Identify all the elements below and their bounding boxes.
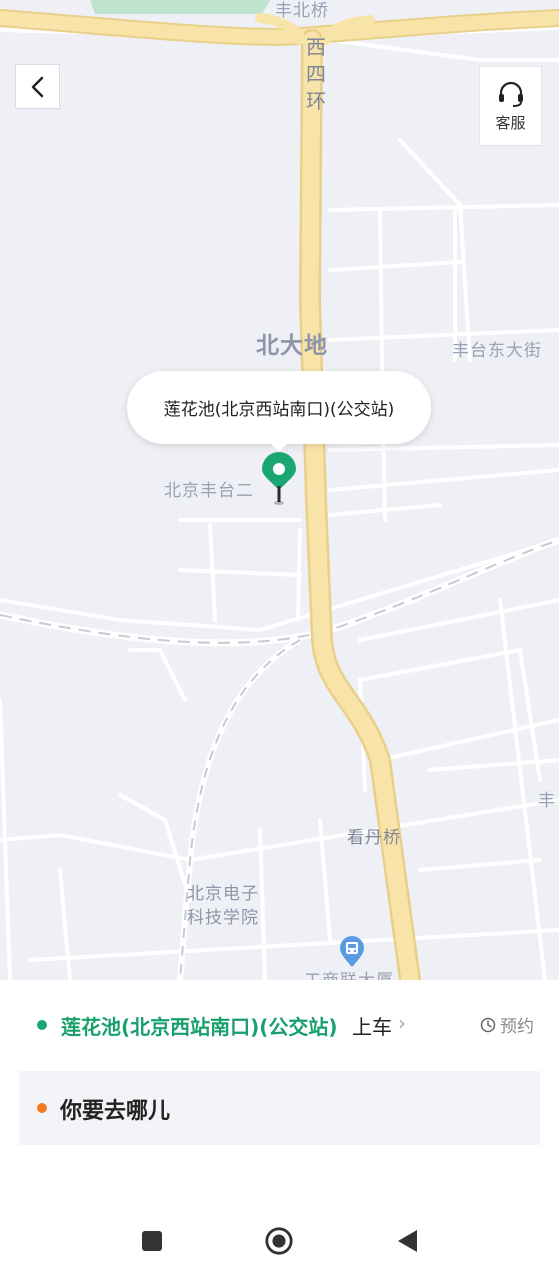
pickup-station-name: 莲花池(北京西站南口)(公交站)	[61, 1015, 338, 1039]
chevron-left-icon	[31, 76, 43, 97]
destination-dot-icon	[37, 1103, 47, 1113]
back-nav-button[interactable]	[392, 1226, 422, 1256]
destination-placeholder: 你要去哪儿	[60, 1099, 171, 1124]
map-label-west-4th-ring: 西 四 环	[306, 35, 327, 113]
pickup-pin-icon	[262, 452, 296, 505]
map-label-fengbei-bridge: 丰北桥	[275, 1, 329, 21]
clock-icon	[480, 1017, 496, 1032]
customer-service-button[interactable]: 客服	[479, 66, 542, 146]
circle-icon	[265, 1227, 293, 1255]
map-label-fengtai-east-street: 丰台东大街	[452, 341, 542, 361]
pickup-bubble[interactable]: 莲花池(北京西站南口)(公交站)	[127, 371, 431, 452]
ride-hailing-screen: 丰北桥 西 四 环 北大地 丰台东大街 北京丰台二 看丹桥 北京电子 科技学院 …	[0, 0, 559, 1280]
pickup-location-row[interactable]: 莲花池(北京西站南口)(公交站) 上车 ›	[0, 980, 559, 1068]
bus-stop-poi-icon[interactable]	[338, 936, 366, 968]
square-icon	[142, 1231, 162, 1251]
reserve-label: 预约	[500, 1017, 534, 1037]
map-label-beidadi: 北大地	[256, 333, 328, 359]
back-button[interactable]	[15, 64, 60, 109]
triangle-back-icon	[398, 1230, 417, 1252]
customer-service-label: 客服	[495, 113, 526, 132]
destination-input[interactable]: 你要去哪儿	[19, 1071, 540, 1145]
chevron-right-icon: ›	[398, 1011, 406, 1035]
home-button[interactable]	[264, 1226, 294, 1256]
map-view[interactable]: 丰北桥 西 四 环 北大地 丰台东大街 北京丰台二 看丹桥 北京电子 科技学院 …	[0, 0, 559, 980]
map-label-beijing-fengtai: 北京丰台二	[164, 481, 254, 501]
reserve-button[interactable]: 预约	[480, 1012, 534, 1037]
pickup-bubble-label: 莲花池(北京西站南口)(公交站)	[163, 400, 395, 420]
map-label-bottom-partial: 工商联大厦	[304, 966, 394, 980]
headset-icon	[498, 81, 523, 107]
map-label-feng-edge: 丰	[538, 791, 556, 811]
map-label-kandan-bridge: 看丹桥	[347, 828, 401, 848]
pickup-action-suffix: 上车	[352, 1015, 392, 1039]
system-navigation-bar	[0, 1200, 559, 1280]
recents-button[interactable]	[137, 1226, 167, 1256]
map-label-electronics-college: 北京电子 科技学院	[187, 884, 259, 928]
pickup-dot-icon	[37, 1020, 47, 1030]
